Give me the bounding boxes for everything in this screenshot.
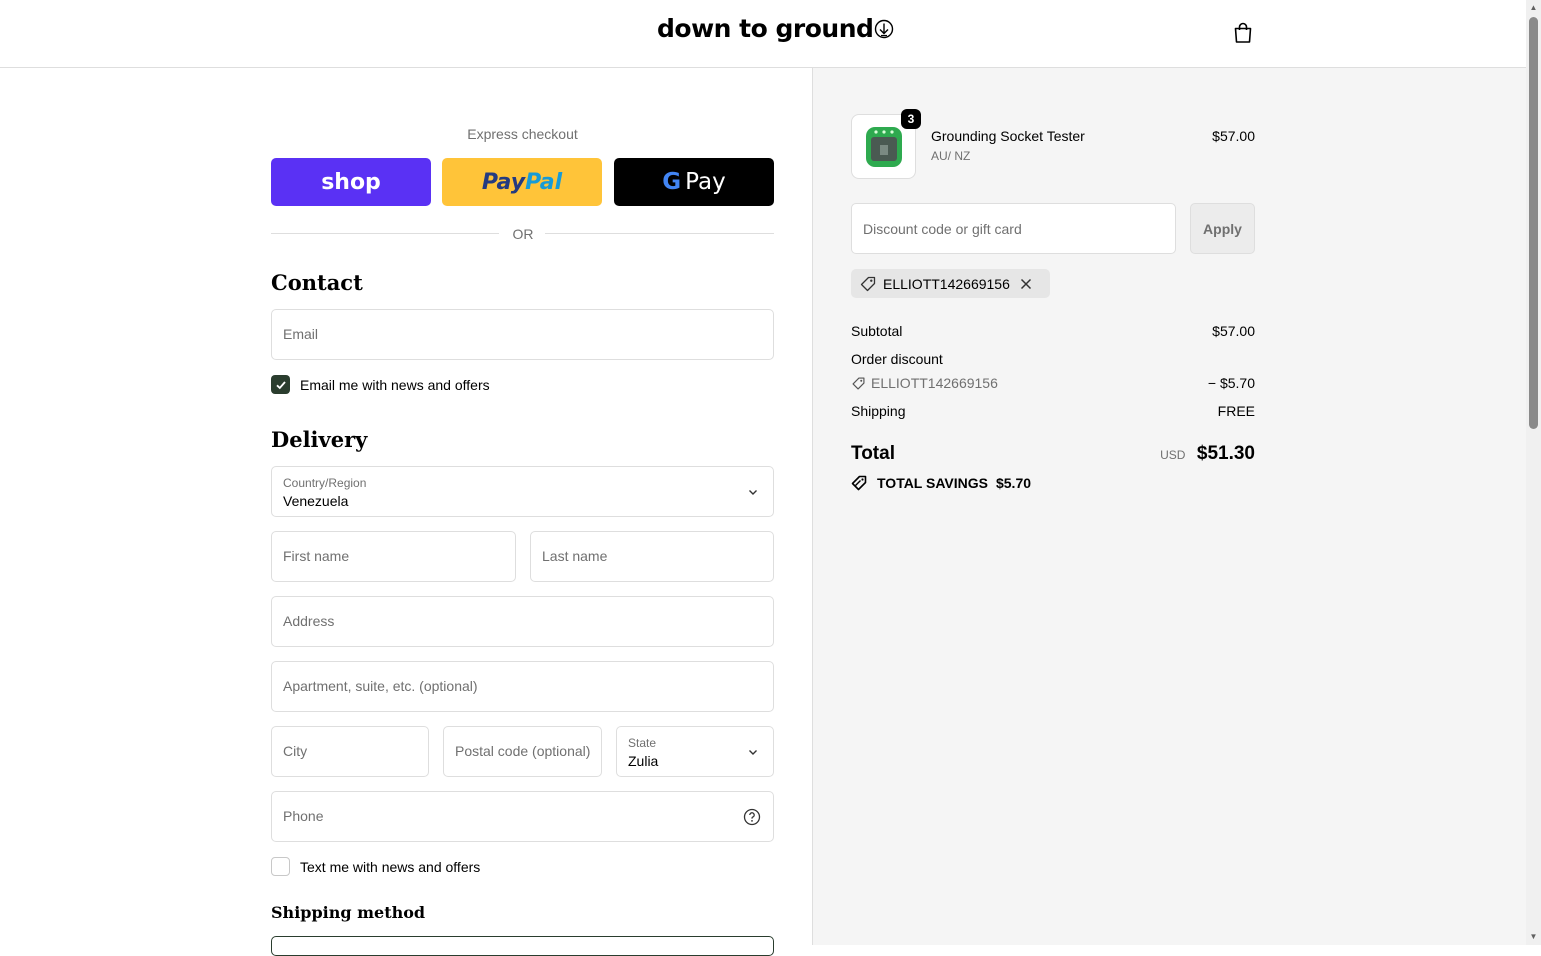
total-label: Total: [851, 443, 895, 464]
checkmark-icon: [275, 380, 286, 389]
google-pay-button[interactable]: G Pay: [614, 158, 774, 206]
total-amount: $51.30: [1196, 443, 1255, 464]
last-name-field[interactable]: Last name: [530, 531, 774, 582]
phone-placeholder: Phone: [283, 808, 324, 824]
first-name-placeholder: First name: [283, 548, 350, 564]
scroll-thumb[interactable]: [1529, 17, 1538, 429]
subtotal-row: Subtotal $57.00: [851, 323, 1255, 339]
order-discount-row: Order discount: [851, 351, 1255, 367]
scroll-up-arrow-icon[interactable]: ▲: [1529, 3, 1538, 13]
quantity-badge: 3: [901, 109, 921, 129]
sms-news-label: Text me with news and offers: [300, 858, 481, 875]
country-select[interactable]: Country/Region Venezuela: [271, 466, 774, 517]
email-news-checkbox-row[interactable]: Email me with news and offers: [271, 375, 490, 394]
delivery-heading: Delivery: [271, 427, 368, 452]
address-placeholder: Address: [283, 613, 335, 629]
ground-arrow-icon: [875, 19, 894, 38]
subtotal-label: Subtotal: [851, 323, 903, 339]
shipping-row: Shipping FREE: [851, 403, 1255, 419]
apply-discount-button[interactable]: Apply: [1190, 203, 1255, 254]
applied-discount-code: ELLIOTT142669156: [883, 275, 1010, 292]
tag-icon: [852, 377, 865, 389]
header: down to ground: [0, 0, 1526, 68]
discount-code-row: ELLIOTT142669156 − $5.70: [851, 375, 1255, 391]
store-logo[interactable]: down to ground: [657, 14, 894, 43]
google-pay-label: Pay: [685, 169, 726, 195]
postal-code-field[interactable]: Postal code (optional): [443, 726, 602, 777]
last-name-placeholder: Last name: [542, 548, 608, 564]
product-variant: AU/ NZ: [931, 149, 971, 163]
google-g-icon: G: [662, 169, 682, 195]
country-value: Venezuela: [283, 493, 349, 509]
city-field[interactable]: City: [271, 726, 429, 777]
apartment-placeholder: Apartment, suite, etc. (optional): [283, 678, 478, 694]
city-placeholder: City: [283, 743, 308, 759]
close-icon[interactable]: [1020, 278, 1032, 290]
country-label: Country/Region: [283, 476, 367, 490]
email-news-checkbox[interactable]: [271, 375, 290, 394]
total-row: Total USD $51.30: [851, 443, 1255, 465]
product-price: $57.00: [1212, 128, 1255, 144]
email-news-label: Email me with news and offers: [300, 376, 490, 393]
express-checkout-label: Express checkout: [467, 126, 578, 142]
shipping-method-heading: Shipping method: [271, 903, 426, 922]
paypal-logo-part2: Pal: [525, 169, 563, 195]
subtotal-value: $57.00: [1212, 323, 1255, 339]
contact-heading: Contact: [271, 270, 363, 295]
discount-code-placeholder: Discount code or gift card: [863, 221, 1022, 237]
order-discount-label: Order discount: [851, 351, 943, 367]
phone-field[interactable]: Phone: [271, 791, 774, 842]
page-scrollbar[interactable]: ▲ ▼: [1526, 0, 1541, 945]
or-divider: OR: [271, 226, 774, 242]
total-savings-label: TOTAL SAVINGS: [877, 475, 988, 491]
logo-text: down to ground: [657, 14, 874, 43]
sms-news-checkbox[interactable]: [271, 857, 290, 876]
sms-news-checkbox-row[interactable]: Text me with news and offers: [271, 857, 480, 876]
paypal-button[interactable]: Pay Pal: [442, 158, 602, 206]
chevron-down-icon: [749, 750, 757, 755]
applied-discount-chip: ELLIOTT142669156: [851, 269, 1050, 298]
discount-code-input[interactable]: Discount code or gift card: [851, 203, 1176, 254]
shipping-value: FREE: [1217, 403, 1255, 419]
total-savings: TOTAL SAVINGS $5.70: [851, 474, 1031, 492]
shipping-label: Shipping: [851, 403, 906, 419]
state-label: State: [628, 736, 657, 750]
product-name: Grounding Socket Tester: [931, 128, 1085, 144]
shop-pay-logo: shop: [321, 169, 381, 195]
state-value: Zulia: [628, 753, 659, 769]
scroll-down-arrow-icon[interactable]: ▼: [1529, 932, 1538, 942]
email-field[interactable]: Email: [271, 309, 774, 360]
shop-pay-button[interactable]: shop: [271, 158, 431, 206]
paypal-logo-part1: Pay: [481, 169, 526, 195]
discount-code-text: ELLIOTT142669156: [871, 375, 998, 391]
address-field[interactable]: Address: [271, 596, 774, 647]
or-text: OR: [512, 226, 534, 242]
apartment-field[interactable]: Apartment, suite, etc. (optional): [271, 661, 774, 712]
shipping-method-box[interactable]: [271, 936, 774, 956]
total-savings-amount: $5.70: [995, 475, 1032, 491]
total-currency: USD: [1160, 448, 1186, 462]
chevron-down-icon: [749, 490, 757, 495]
first-name-field[interactable]: First name: [271, 531, 516, 582]
help-question-icon[interactable]: [743, 808, 761, 826]
savings-tag-icon: [851, 475, 867, 491]
email-placeholder: Email: [283, 326, 319, 342]
tag-icon: [860, 276, 876, 291]
postal-code-placeholder: Postal code (optional): [455, 743, 591, 759]
state-select[interactable]: State Zulia: [616, 726, 774, 777]
discount-amount: − $5.70: [1207, 375, 1255, 391]
order-summary-panel: [812, 68, 1526, 945]
shopping-bag-icon[interactable]: [1231, 21, 1255, 45]
